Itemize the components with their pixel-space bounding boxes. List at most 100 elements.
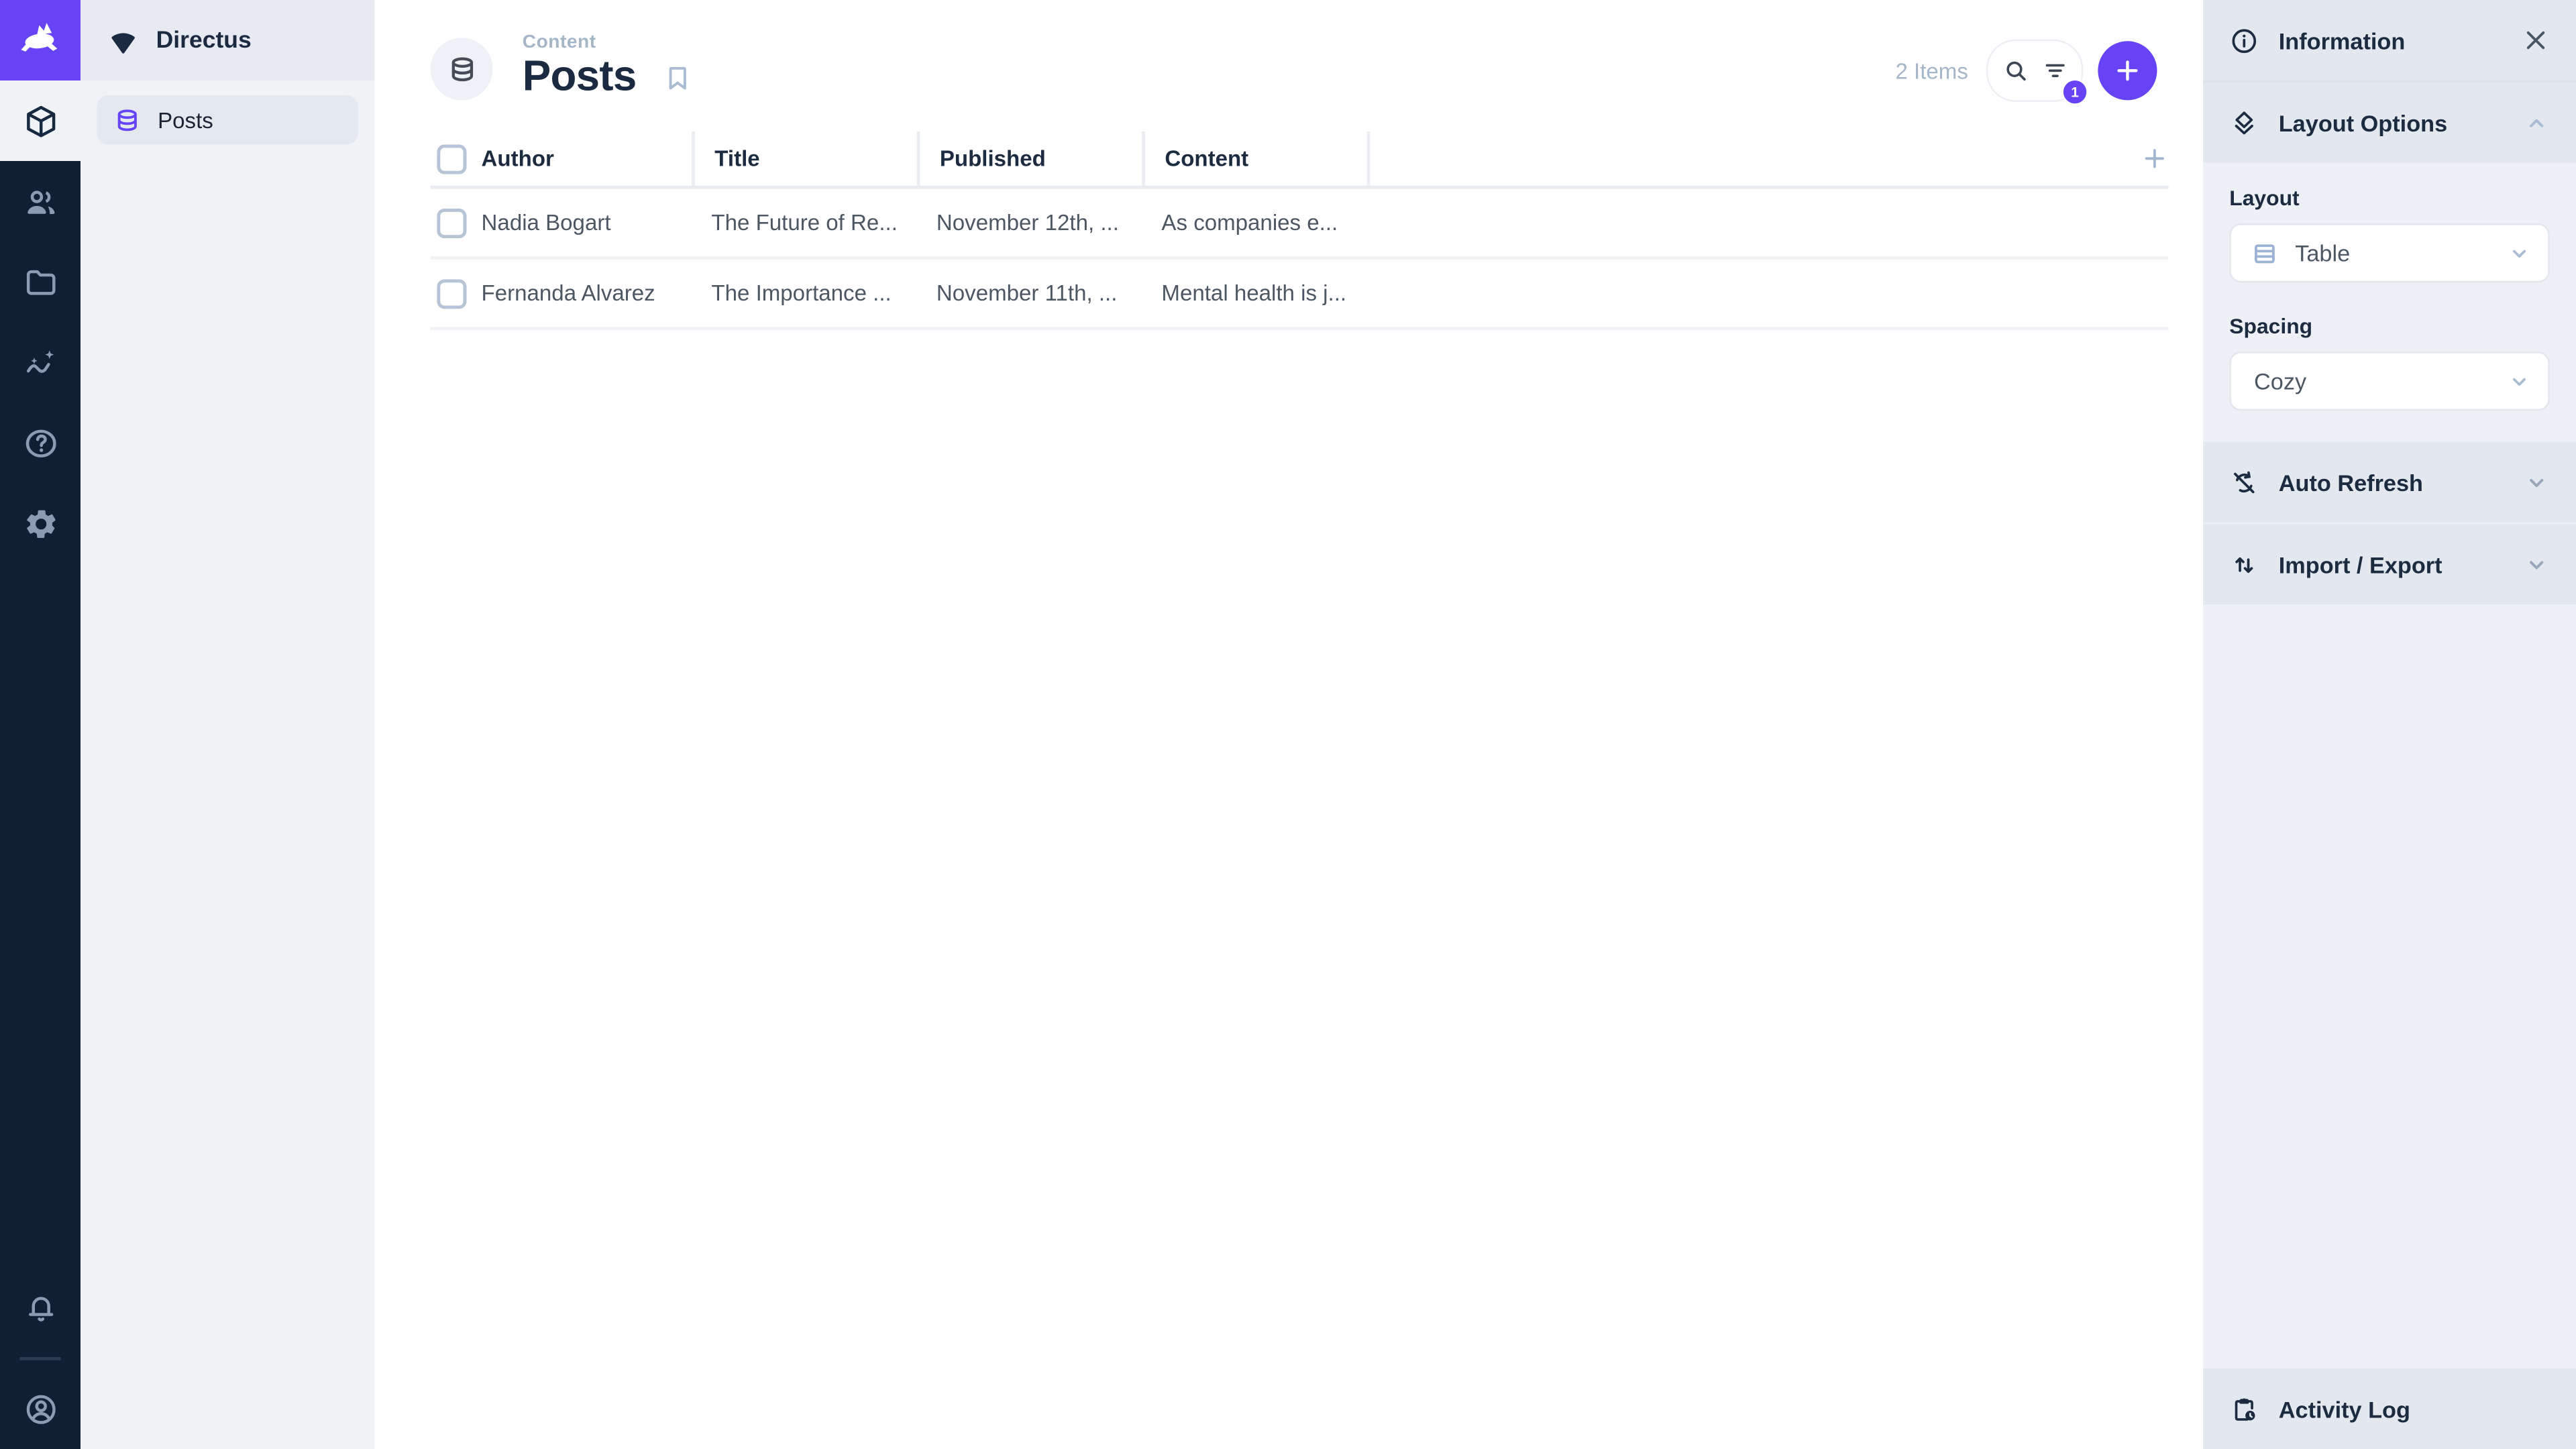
people-icon [22, 183, 58, 219]
row-checkbox[interactable] [437, 207, 467, 237]
module-bar-spacer [0, 564, 80, 1269]
table-row[interactable]: Fernanda Alvarez The Importance ... Nove… [430, 260, 2169, 331]
column-header-author[interactable]: Author [482, 144, 692, 173]
section-label: Auto Refresh [2278, 469, 2424, 496]
directus-logo-button[interactable] [0, 0, 81, 81]
sidebar-title-row: Information [2203, 0, 2576, 81]
breadcrumb: Content [522, 32, 596, 53]
module-user-directory[interactable] [0, 161, 80, 241]
sync-disabled-icon [2229, 468, 2259, 497]
row-select-cell [431, 207, 482, 237]
user-circle-icon [22, 1391, 58, 1427]
sidebar-item-label: Posts [158, 107, 213, 133]
column-header-published[interactable]: Published [916, 131, 1142, 186]
posts-table: Author Title Published Content Nadia Bog… [430, 131, 2169, 331]
column-header-content[interactable]: Content [1142, 131, 1367, 186]
user-menu-button[interactable] [0, 1368, 80, 1449]
spacing-select[interactable]: Cozy [2229, 352, 2550, 411]
module-content[interactable] [0, 80, 81, 162]
notifications-button[interactable] [0, 1269, 80, 1349]
activity-log-button[interactable]: Activity Log [2203, 1368, 2576, 1449]
box-icon [22, 103, 58, 139]
layout-select-value: Table [2295, 239, 2351, 266]
chevron-down-icon [2524, 469, 2550, 495]
chevron-down-icon [2524, 551, 2550, 578]
cell-published: November 11th, ... [936, 280, 1118, 306]
folder-icon [22, 264, 58, 300]
layout-options-panel: Layout Table Spacing Cozy [2203, 162, 2576, 442]
row-select-cell [431, 278, 482, 309]
module-bar [0, 0, 81, 1449]
wedge-icon [107, 24, 140, 57]
module-insights[interactable] [0, 322, 80, 402]
section-label: Layout Options [2278, 109, 2448, 136]
bell-icon [22, 1291, 58, 1327]
items-count: 2 Items [1895, 58, 1968, 83]
swap-vert-icon [2229, 549, 2259, 579]
table-icon [2251, 239, 2279, 267]
page-title: Posts [522, 50, 637, 101]
collection-badge [430, 38, 493, 101]
column-header-title[interactable]: Title [692, 131, 917, 186]
gear-icon [22, 505, 58, 541]
filter-button[interactable] [2041, 58, 2068, 84]
section-import-export[interactable]: Import / Export [2203, 524, 2576, 605]
bookmark-icon [663, 62, 694, 94]
sidebar-item-posts[interactable]: Posts [97, 95, 358, 145]
plus-icon [2141, 145, 2169, 173]
search-filter-pill: 1 [1986, 39, 2088, 105]
project-name: Directus [156, 27, 252, 54]
main-content: Content Posts 2 Items 1 Author Title Pub… [374, 0, 2204, 1449]
select-all-checkbox[interactable] [437, 144, 467, 174]
table-row[interactable]: Nadia Bogart The Future of Re... Novembe… [430, 189, 2169, 260]
search-button[interactable] [2002, 58, 2028, 84]
module-bar-divider [19, 1356, 61, 1360]
chevron-up-icon [2524, 109, 2550, 136]
bookmark-button[interactable] [663, 62, 694, 94]
info-icon [2229, 25, 2259, 55]
layout-field-label: Layout [2229, 185, 2300, 211]
cell-author: Fernanda Alvarez [481, 280, 655, 306]
search-icon [2002, 58, 2028, 84]
add-column-button[interactable] [2126, 145, 2169, 173]
section-label: Import / Export [2278, 551, 2443, 578]
module-settings[interactable] [0, 483, 80, 564]
info-sidebar: Information Layout Options Layout Table … [2203, 0, 2576, 1449]
activity-log-label: Activity Log [2278, 1395, 2410, 1422]
page-header: Content Posts 2 Items 1 [374, 0, 2203, 125]
clipboard-clock-icon [2229, 1394, 2259, 1424]
header-actions: 2 Items 1 [1895, 39, 2157, 105]
section-auto-refresh[interactable]: Auto Refresh [2203, 441, 2576, 525]
cell-published: November 12th, ... [936, 210, 1119, 235]
cell-author: Nadia Bogart [481, 210, 611, 235]
cell-title: The Future of Re... [711, 210, 898, 235]
column-header-spacer [1366, 131, 2126, 186]
plus-icon [2112, 56, 2142, 85]
module-help[interactable] [0, 402, 80, 483]
cell-content: Mental health is j... [1161, 280, 1347, 306]
database-icon [446, 54, 478, 85]
help-icon [22, 425, 58, 461]
row-checkbox[interactable] [437, 278, 467, 309]
close-sidebar-button[interactable] [2522, 26, 2550, 54]
add-item-button[interactable] [2098, 41, 2157, 101]
spacing-field-label: Spacing [2229, 313, 2313, 339]
database-icon [113, 106, 142, 134]
sidebar-filler [2203, 604, 2576, 1369]
nav-sidebar: Directus Posts [80, 0, 375, 1449]
nav-items: Posts [80, 80, 374, 160]
directus-app: Directus Posts Content Posts 2 Items 1 A… [0, 0, 2576, 1449]
cell-content: As companies e... [1161, 210, 1338, 235]
insights-icon [22, 344, 58, 380]
select-all-cell [431, 144, 482, 174]
filter-count-badge: 1 [2061, 78, 2088, 105]
layout-select[interactable]: Table [2229, 223, 2550, 283]
chevron-down-icon [2507, 241, 2532, 266]
title-group: Content Posts [430, 32, 694, 101]
module-file-library[interactable] [0, 241, 80, 322]
directus-rabbit-icon [15, 15, 64, 64]
section-layout-options[interactable]: Layout Options [2203, 80, 2576, 163]
chevron-down-icon [2507, 369, 2532, 394]
spacing-select-value: Cozy [2254, 368, 2307, 394]
project-header[interactable]: Directus [80, 0, 375, 81]
